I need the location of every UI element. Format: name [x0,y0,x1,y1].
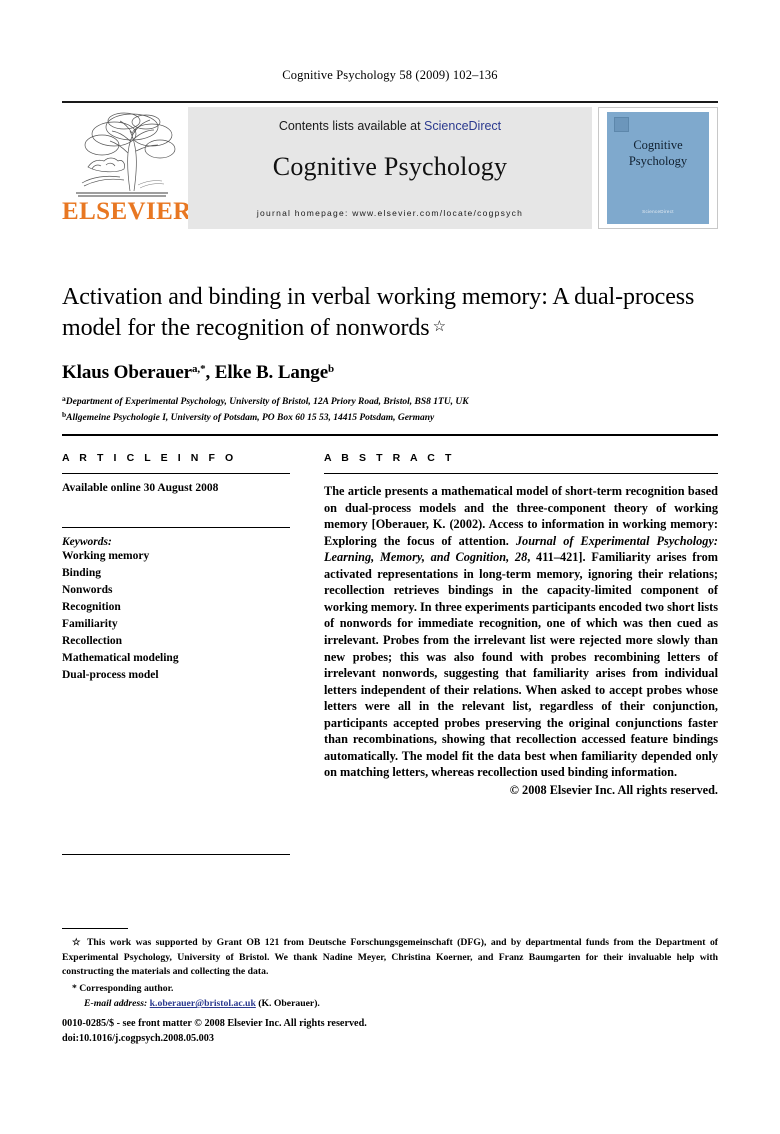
journal-homepage-link[interactable]: journal homepage: www.elsevier.com/locat… [188,208,592,218]
email-link[interactable]: k.oberauer@bristol.ac.uk [150,998,256,1009]
article-info-column: A R T I C L E I N F O Available online 3… [62,452,290,684]
elsevier-wordmark: ELSEVIER [62,198,192,225]
email-owner: (K. Oberauer). [258,998,320,1010]
doi-line[interactable]: doi:10.1016/j.cogpsych.2008.05.003 [62,1031,367,1046]
article-info-heading: A R T I C L E I N F O [62,452,237,464]
title-footnote-star-icon[interactable]: ☆ [433,319,446,335]
contents-available-line: Contents lists available at ScienceDirec… [188,119,592,133]
footnote-email-line: E-mail address: k.oberauer@bristol.ac.uk… [62,997,718,1012]
keywords-list: Working memory Binding Nonwords Recognit… [62,548,290,683]
author-mark[interactable]: b [328,363,334,375]
issn-line: 0010-0285/$ - see front matter © 2008 El… [62,1018,367,1029]
keyword-item: Recollection [62,634,123,647]
journal-cover-thumbnail[interactable]: Cognitive Psychology ScienceDirect [598,107,718,229]
affiliation-item: bAllgemeine Psychologie I, University of… [62,410,718,425]
affiliation-item: aDepartment of Experimental Psychology, … [62,394,718,409]
keyword-item: Dual-process model [62,668,159,681]
abstract-rule-top [324,473,718,475]
article-first-page: Cognitive Psychology 58 (2009) 102–136 E… [0,0,780,1134]
affiliation-text: Department of Experimental Psychology, U… [65,397,469,408]
journal-title: Cognitive Psychology [272,152,508,181]
journal-masthead: ELSEVIER Contents lists available at Sci… [62,101,718,229]
keyword-item: Familiarity [62,617,118,630]
page-title: Activation and binding in verbal working… [62,282,718,344]
footnote-asterisk-marker: * [72,982,77,994]
keyword-item: Recognition [62,601,121,614]
cover-publisher-icon [614,117,629,132]
abstract-part2: , 411–421]. Familiarity arises from acti… [324,550,718,780]
cover-title: Cognitive Psychology [607,138,709,169]
keywords-label: Keywords: [62,536,112,549]
abstract-column: A B S T R A C T The article presents a m… [324,452,718,798]
masthead-top-rule [62,101,718,103]
paper-title-text: Activation and binding in verbal working… [62,284,695,342]
running-head: Cognitive Psychology 58 (2009) 102–136 [282,68,498,82]
contents-prefix: Contents lists available at [278,119,425,133]
cover-title-line1: Cognitive [633,138,683,152]
info-rule-bottom [62,854,290,856]
keyword-item: Binding [62,567,101,580]
keyword-item: Mathematical modeling [62,651,179,664]
keyword-item: Nonwords [62,584,113,597]
author-mark[interactable]: a,* [192,363,206,375]
cover-footer-mark: ScienceDirect [642,209,674,214]
footnote-corresponding-text: Corresponding author. [79,982,174,994]
author-name: Elke B. Lange [214,362,329,384]
issn-doi-footer: 0010-0285/$ - see front matter © 2008 El… [62,1016,367,1046]
footnote-funding-text: This work was supported by Grant OB 121 … [62,937,719,978]
affiliation-text: Allgemeine Psychologie I, University of … [66,412,435,423]
sciencedirect-link[interactable]: ScienceDirect [424,119,501,133]
section-divider-rule [62,434,718,436]
elsevier-logo: ELSEVIER [62,107,192,229]
abstract-heading: A B S T R A C T [324,452,455,464]
author-list: Klaus Oberauera,*, Elke B. Langeb [62,362,335,384]
keyword-item: Working memory [62,550,150,563]
cover-title-line2: Psychology [628,153,688,168]
info-rule-top [62,473,290,475]
abstract-text: The article presents a mathematical mode… [324,483,718,781]
footnote-separator-rule [62,928,128,930]
title-block: Activation and binding in verbal working… [62,282,718,425]
elsevier-tree-icon [76,112,176,197]
affiliation-list: aDepartment of Experimental Psychology, … [62,394,718,425]
footnotes: ☆ This work was supported by Grant OB 12… [62,936,718,1012]
footnote-funding: ☆ This work was supported by Grant OB 12… [62,936,718,980]
info-rule-keywords [62,527,290,529]
article-history: Available online 30 August 2008 [62,482,219,495]
masthead-center-panel: Contents lists available at ScienceDirec… [188,107,592,229]
email-label: E-mail address: [84,998,148,1010]
author-name: Klaus Oberauer [62,362,193,384]
footnote-star-marker: ☆ [72,937,83,948]
footnote-corresponding-author: * Corresponding author. [62,982,718,997]
cover-artwork: Cognitive Psychology ScienceDirect [607,112,709,224]
abstract-copyright: © 2008 Elsevier Inc. All rights reserved… [509,782,718,797]
